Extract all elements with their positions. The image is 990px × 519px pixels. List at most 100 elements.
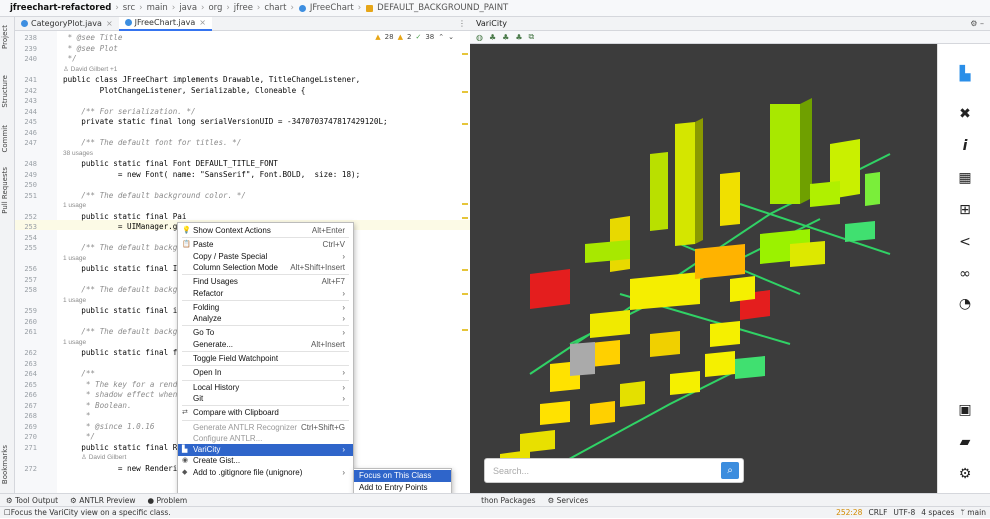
line-number: 271 — [24, 443, 37, 452]
chevron-down-icon[interactable]: ⌄ — [448, 33, 454, 41]
line-number — [15, 254, 37, 264]
structure-tool-tab[interactable]: Structure — [1, 75, 9, 108]
hierarchy-icon[interactable]: ⊞ — [954, 200, 976, 220]
cursor-position[interactable]: 252:28 — [836, 507, 862, 519]
menu-item-go-to[interactable]: Go To › — [178, 327, 353, 339]
menu-shortcut: Ctrl+Shift+G — [300, 422, 345, 432]
chevron-up-icon[interactable]: ⌃ — [438, 33, 444, 41]
close-icon[interactable]: × — [199, 18, 206, 27]
menu-item-column-selection-mode[interactable]: Column Selection Mode Alt+Shift+Insert — [178, 262, 353, 274]
varicity-3d-view[interactable] — [470, 44, 937, 493]
menu-item-generate[interactable]: Generate... Alt+Insert — [178, 339, 353, 351]
tab-categoryplot[interactable]: CategoryPlot.java × — [15, 17, 119, 31]
gauge-icon[interactable]: ◔ — [954, 294, 976, 314]
services-tab[interactable]: ⚙ Services — [542, 496, 595, 505]
menu-separator — [182, 379, 349, 381]
menu-item-configure-antlr[interactable]: Configure ANTLR... — [178, 433, 353, 445]
commit-tool-tab[interactable]: Commit — [1, 125, 9, 153]
save-icon[interactable]: ▣ — [954, 400, 976, 420]
bookmarks-tool-tab[interactable]: Bookmarks — [1, 445, 9, 484]
menu-item-label: Show Context Actions — [193, 226, 271, 235]
building-icon[interactable]: ▦ — [954, 168, 976, 188]
menu-item-show-context-actions[interactable]: 💡 Show Context Actions Alt+Enter — [178, 225, 353, 237]
line-ending[interactable]: CRLF — [868, 507, 887, 519]
share-icon[interactable]: < — [954, 232, 976, 252]
tools-icon[interactable]: ✖ — [954, 104, 976, 124]
search-input[interactable] — [493, 464, 713, 478]
debug-icon[interactable]: ♣ — [515, 33, 522, 42]
settings-gear-icon[interactable]: ⚙ — [954, 464, 976, 484]
scroll-marker — [462, 91, 468, 93]
breadcrumb-item[interactable]: org — [206, 3, 224, 13]
menu-item-add-to-gitignore-file-unignore[interactable]: ◆ Add to .gitignore file (unignore) › — [178, 467, 353, 479]
breadcrumb-separator: › — [357, 3, 362, 13]
menu-item-git[interactable]: Git › — [178, 393, 353, 405]
breadcrumb-item[interactable]: jfree — [232, 3, 255, 13]
menu-shortcut: Alt+Enter — [311, 226, 345, 235]
more-tabs-icon[interactable]: ⋮ — [458, 19, 466, 28]
bulb-icon: 💡 — [182, 227, 191, 234]
python-packages-tab[interactable]: thon Packages — [475, 496, 541, 505]
inspection-widget[interactable]: ▲ 28 ▲ 2 ✓ 38 ⌃ ⌄ — [375, 33, 454, 41]
menu-item-copy-paste-special[interactable]: Copy / Paste Special › — [178, 251, 353, 263]
code-line: /** The default font for titles. */ — [63, 138, 242, 147]
globe-icon[interactable]: ◍ — [476, 33, 483, 42]
scroll-marker — [462, 203, 468, 205]
menu-item-local-history[interactable]: Local History › — [178, 382, 353, 394]
menu-item-refactor[interactable]: Refactor › — [178, 288, 353, 300]
breadcrumb-item[interactable]: DEFAULT_BACKGROUND_PAINT — [375, 3, 510, 13]
tool-output-tab[interactable]: ⚙ Tool Output — [0, 496, 64, 505]
line-number: 272 — [24, 464, 37, 473]
code-line: /** The default backgro — [63, 285, 187, 294]
breadcrumb-item[interactable]: JFreeChart — [308, 3, 356, 13]
breadcrumb-item[interactable]: chart — [262, 3, 288, 13]
java-class-icon — [124, 19, 132, 26]
compare-icon: ⇄ — [182, 409, 188, 417]
git-branch[interactable]: ᛘ main — [960, 507, 986, 519]
code-line: public static final flo — [63, 348, 187, 357]
submenu-item-focus-on-this-class[interactable]: Focus on This Class — [354, 470, 451, 482]
tab-jfreechart[interactable]: JFreeChart.java × — [118, 16, 212, 31]
breadcrumb-item[interactable]: java — [177, 3, 199, 13]
settings-gear-icon[interactable]: ⚙ – — [970, 19, 984, 28]
line-number: 258 — [24, 286, 37, 294]
code-line: private static final long serialVersionU… — [63, 117, 388, 126]
line-number: 249 — [24, 170, 37, 179]
code-line: * — [63, 411, 91, 420]
menu-item-toggle-field-watchpoint[interactable]: Toggle Field Watchpoint — [178, 353, 353, 365]
pull-requests-tool-tab[interactable]: Pull Requests — [1, 167, 9, 214]
code-line: /** The default backgro — [63, 243, 187, 252]
export-icon[interactable]: ⧉ — [529, 32, 535, 42]
notebook-icon[interactable]: ▰ — [954, 432, 976, 452]
menu-shortcut: Alt+F7 — [321, 277, 345, 287]
menu-item-folding[interactable]: Folding › — [178, 302, 353, 314]
city-logo-icon[interactable]: ▙ — [954, 64, 976, 84]
problems-tab[interactable]: ● Problem — [142, 496, 194, 505]
context-menu: 💡 Show Context Actions Alt+Enter 📋 Paste Ctrl… — [177, 222, 354, 507]
close-icon[interactable]: × — [106, 19, 113, 28]
indent-setting[interactable]: 4 spaces — [921, 507, 954, 519]
menu-item-varicity[interactable]: ▙ VariCity › — [178, 444, 353, 457]
info-icon[interactable]: i — [954, 136, 976, 156]
menu-item-analyze[interactable]: Analyze › — [178, 313, 353, 325]
line-number: 262 — [24, 349, 37, 357]
menu-item-create-gist[interactable]: ◉ Create Gist... — [178, 455, 353, 467]
antlr-preview-tab[interactable]: ⚙ ANTLR Preview — [64, 496, 141, 505]
menu-item-paste[interactable]: 📋 Paste Ctrl+V — [178, 239, 353, 251]
breadcrumb-item[interactable]: jfreechart-refactored — [8, 3, 113, 13]
menu-item-label: Compare with Clipboard — [193, 408, 279, 418]
file-encoding[interactable]: UTF-8 — [893, 507, 915, 519]
project-tool-tab[interactable]: Project — [1, 25, 9, 49]
run-alt-icon[interactable]: ♣ — [502, 33, 509, 42]
menu-item-open-in[interactable]: Open In › — [178, 367, 353, 379]
menu-item-compare-with-clipboard[interactable]: ⇄ Compare with Clipboard — [178, 407, 353, 419]
search-button[interactable]: ⌕ — [721, 462, 739, 479]
breadcrumb-item[interactable]: main — [145, 3, 170, 13]
link-icon[interactable]: ∞ — [954, 264, 976, 284]
run-icon[interactable]: ♣ — [489, 33, 496, 42]
menu-item-find-usages[interactable]: Find Usages Alt+F7 — [178, 276, 353, 288]
menu-item-generate-antlr-recognizer[interactable]: Generate ANTLR Recognizer Ctrl+Shift+G — [178, 422, 353, 434]
line-number: 267 — [24, 401, 37, 410]
line-number: 252 — [24, 212, 37, 221]
breadcrumb-item[interactable]: src — [121, 3, 137, 13]
